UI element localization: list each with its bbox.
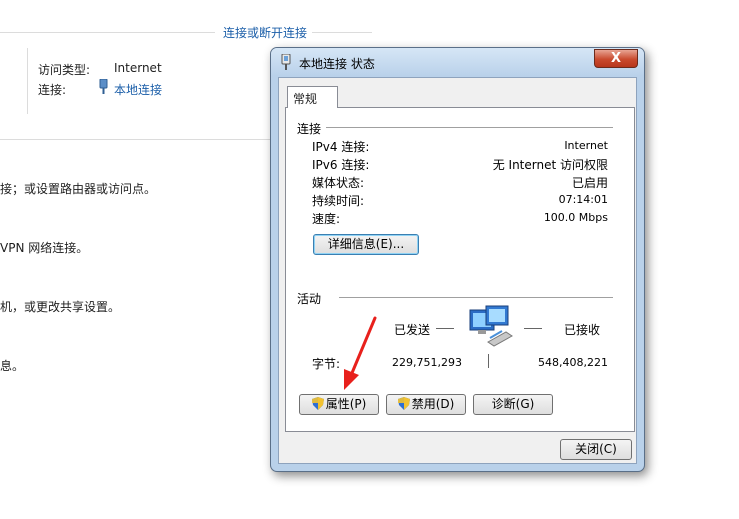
close-button[interactable]: 关闭(C) [560,439,632,460]
ipv4-label: IPv4 连接: [312,140,370,154]
media-state-label: 媒体状态: [312,176,365,190]
bg-text-line-3: 机，或更改共享设置。 [0,300,121,314]
properties-button[interactable]: 属性(P) [299,394,379,415]
section-divider [0,139,275,140]
bytes-sent-value: 229,751,293 [392,356,462,369]
title-bar[interactable]: 本地连接 状态 X [271,48,644,76]
bytes-received-value: 548,408,221 [538,356,608,369]
disable-button-label: 禁用(D) [411,397,455,411]
network-plug-icon [99,79,108,94]
bg-text-line-4: 息。 [0,359,25,373]
duration-label: 持续时间: [312,194,365,208]
speed-label: 速度: [312,212,341,226]
local-connection-link[interactable]: 本地连接 [114,81,162,98]
connection-label: 连接: [38,83,67,97]
uac-shield-icon [311,397,324,410]
access-type-value: Internet [114,61,162,75]
connect-disconnect-link[interactable]: 连接或断开连接 [223,24,307,41]
ipv4-value: Internet [564,139,608,152]
sent-dash [436,328,454,329]
speed-value: 100.0 Mbps [543,211,608,224]
network-plug-icon [281,54,291,70]
header-divider-left [0,32,215,33]
properties-button-label: 属性(P) [325,397,367,411]
ipv6-label: IPv6 连接: [312,158,370,172]
media-state-value: 已启用 [571,176,608,190]
sent-label: 已发送 [394,323,431,337]
received-dash [524,328,542,329]
dialog-client-area: 常规 连接 IPv4 连接: Internet IPv6 连接: 无 Inter… [278,77,637,464]
ipv6-value: 无 Internet 访问权限 [492,158,608,172]
close-window-button[interactable]: X [594,49,638,68]
duration-value: 07:14:01 [558,193,608,206]
bg-text-line-2: VPN 网络连接。 [0,241,89,255]
network-computers-icon [469,305,513,347]
tab-general[interactable]: 常规 [287,86,338,108]
bytes-divider [488,354,489,368]
access-type-label: 访问类型: [38,63,91,77]
disable-button[interactable]: 禁用(D) [386,394,466,415]
local-connection-status-dialog: 本地连接 状态 X 常规 连接 IPv4 连接: Internet IPv6 连… [270,47,645,472]
activity-section-line [339,297,613,298]
dialog-title: 本地连接 状态 [299,57,375,71]
diagnose-button[interactable]: 诊断(G) [473,394,553,415]
uac-shield-icon [397,397,410,410]
details-button[interactable]: 详细信息(E)... [313,234,419,255]
header-divider-right [312,32,372,33]
vertical-divider [27,48,28,114]
bg-text-line-1: 接；或设置路由器或访问点。 [0,182,157,196]
connection-section-line [326,127,613,128]
connection-section-title: 连接 [297,122,322,136]
activity-section-title: 活动 [297,292,322,306]
red-arrow-annotation [344,316,377,390]
received-label: 已接收 [564,323,601,337]
